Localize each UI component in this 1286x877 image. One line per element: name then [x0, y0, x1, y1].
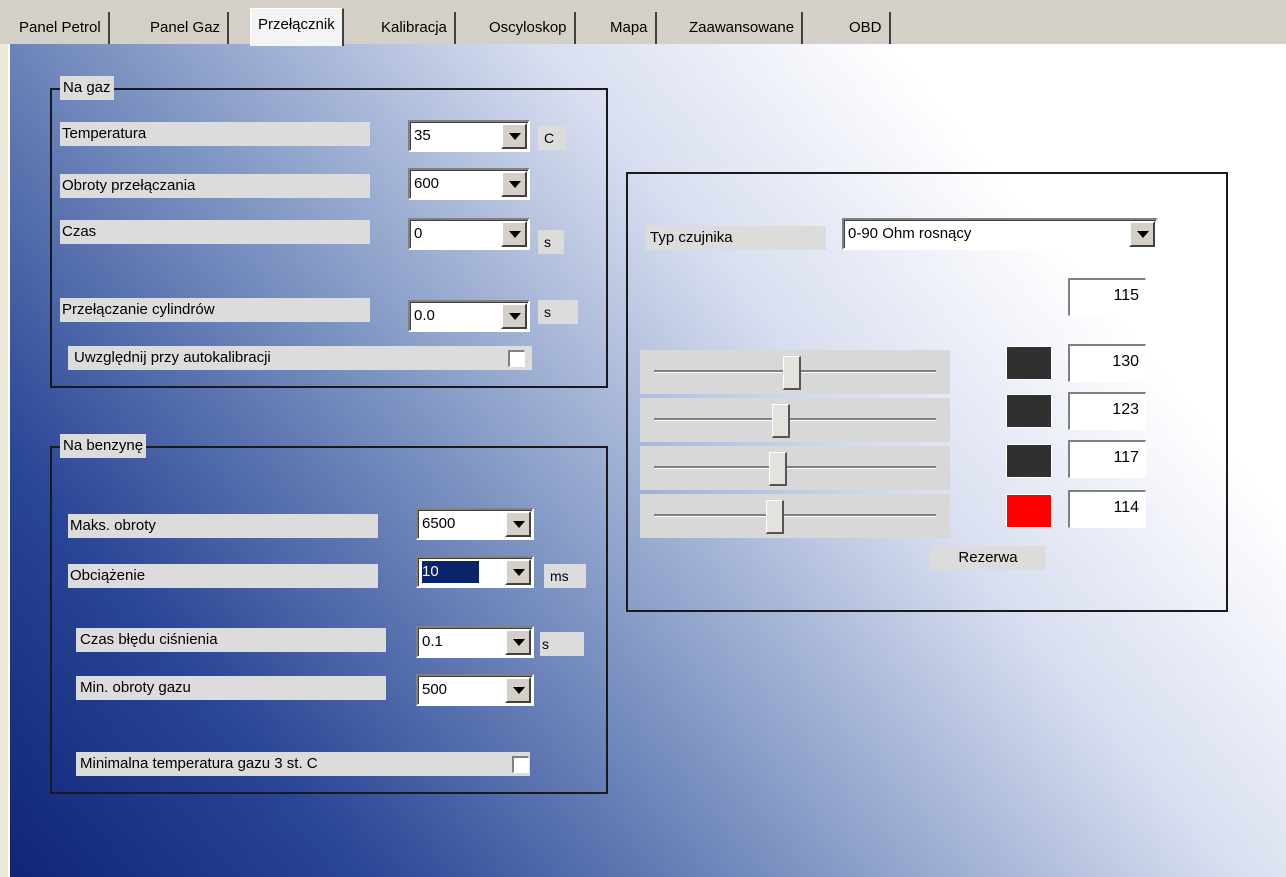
level-slider-1[interactable] — [640, 350, 950, 394]
group-title-na-benzyne: Na benzynę — [60, 434, 147, 458]
cylindry-value: 0.0 — [414, 307, 435, 324]
label-rezerwa: Rezerwa — [930, 546, 1046, 570]
chevron-down-icon[interactable] — [1129, 221, 1155, 247]
level-value-field-2[interactable]: 123 — [1068, 392, 1146, 430]
typ-czujnika-combo[interactable]: 0-90 Ohm rosnący — [842, 218, 1158, 250]
chevron-down-icon[interactable] — [501, 171, 527, 197]
group-title-na-gaz: Na gaz — [60, 76, 114, 100]
label-min-obroty-gazu: Min. obroty gazu — [76, 676, 386, 700]
level-indicator-1 — [1006, 346, 1052, 380]
label-typ-czujnika: Typ czujnika — [646, 226, 826, 250]
label-maks-obroty: Maks. obroty — [68, 514, 378, 538]
group-czujnik: Typ czujnika 0-90 Ohm rosnący 115 130 12… — [626, 172, 1228, 612]
obroty-value: 600 — [414, 175, 440, 192]
czas-value: 0 — [414, 225, 423, 242]
slider-thumb-1[interactable] — [783, 356, 802, 390]
tab-oscyloskop[interactable]: Oscyloskop — [482, 12, 576, 44]
cylindry-combo[interactable]: 0.0 — [408, 300, 530, 332]
tab-obd[interactable]: OBD — [842, 12, 891, 44]
unit-czas: s — [538, 230, 564, 254]
obciazenie-combo[interactable]: 10 — [416, 556, 534, 588]
level-slider-3[interactable] — [640, 446, 950, 490]
tab-content-panel: Na gaz Temperatura 35 C Obroty przełącza… — [8, 44, 1286, 877]
chevron-down-icon[interactable] — [505, 677, 531, 703]
slider-thumb-2[interactable] — [771, 404, 790, 438]
unit-obciazenie: ms — [544, 564, 586, 588]
tab-kalibracja[interactable]: Kalibracja — [374, 12, 456, 44]
slider-thumb-4[interactable] — [766, 500, 785, 534]
label-przelaczanie-cylindrow: Przełączanie cylindrów — [60, 298, 370, 322]
min-obroty-combo[interactable]: 500 — [416, 674, 534, 706]
top-value-field[interactable]: 115 — [1068, 278, 1146, 316]
autokalibracja-checkbox[interactable] — [508, 350, 525, 367]
tab-bar: Panel Petrol Panel Gaz Przełącznik Kalib… — [0, 0, 1286, 46]
czas-bledu-combo[interactable]: 0.1 — [416, 626, 534, 658]
label-min-temperatura-gazu: Minimalna temperatura gazu 3 st. C — [76, 752, 530, 776]
obroty-combo[interactable]: 600 — [408, 168, 530, 200]
tab-zaawansowane[interactable]: Zaawansowane — [682, 12, 804, 44]
min-obroty-value: 500 — [422, 681, 448, 698]
level-indicator-4 — [1006, 494, 1052, 528]
czas-bledu-value: 0.1 — [422, 633, 443, 650]
label-autokalibracja: Uwzględnij przy autokalibracji — [68, 346, 532, 370]
tab-przelacznik[interactable]: Przełącznik — [250, 8, 344, 46]
label-obciazenie: Obciążenie — [68, 564, 378, 588]
chevron-down-icon[interactable] — [505, 629, 531, 655]
czas-combo[interactable]: 0 — [408, 218, 530, 250]
tab-panel-petrol[interactable]: Panel Petrol — [12, 12, 110, 44]
maks-obroty-combo[interactable]: 6500 — [416, 508, 534, 540]
level-slider-2[interactable] — [640, 398, 950, 442]
typ-czujnika-value: 0-90 Ohm rosnący — [848, 225, 972, 242]
chevron-down-icon[interactable] — [501, 221, 527, 247]
unit-czas-bledu: s — [540, 632, 584, 656]
tab-mapa[interactable]: Mapa — [603, 12, 657, 44]
tab-panel-gaz[interactable]: Panel Gaz — [143, 12, 230, 44]
temperatura-value: 35 — [414, 127, 431, 144]
unit-cylindry: s — [538, 300, 578, 324]
level-indicator-2 — [1006, 394, 1052, 428]
chevron-down-icon[interactable] — [501, 303, 527, 329]
level-value-field-3[interactable]: 117 — [1068, 440, 1146, 478]
temperatura-combo[interactable]: 35 — [408, 120, 530, 152]
unit-temperatura: C — [538, 126, 566, 150]
level-value-field-1[interactable]: 130 — [1068, 344, 1146, 382]
chevron-down-icon[interactable] — [505, 511, 531, 537]
obciazenie-value: 10 — [421, 560, 480, 584]
min-temperatura-checkbox[interactable] — [512, 756, 529, 773]
chevron-down-icon[interactable] — [501, 123, 527, 149]
maks-obroty-value: 6500 — [422, 515, 456, 532]
group-na-gaz: Na gaz Temperatura 35 C Obroty przełącza… — [50, 76, 608, 388]
level-slider-4[interactable] — [640, 494, 950, 538]
label-obroty-przelaczania: Obroty przełączania — [60, 174, 370, 198]
slider-thumb-3[interactable] — [769, 452, 788, 486]
label-temperatura: Temperatura — [60, 122, 370, 146]
label-czas: Czas — [60, 220, 370, 244]
group-na-benzyne: Na benzynę Maks. obroty 6500 Obciążenie … — [50, 434, 608, 794]
chevron-down-icon[interactable] — [505, 559, 531, 585]
level-value-field-4[interactable]: 114 — [1068, 490, 1146, 528]
level-indicator-3 — [1006, 444, 1052, 478]
label-czas-bledu-cisnienia: Czas błędu ciśnienia — [76, 628, 386, 652]
